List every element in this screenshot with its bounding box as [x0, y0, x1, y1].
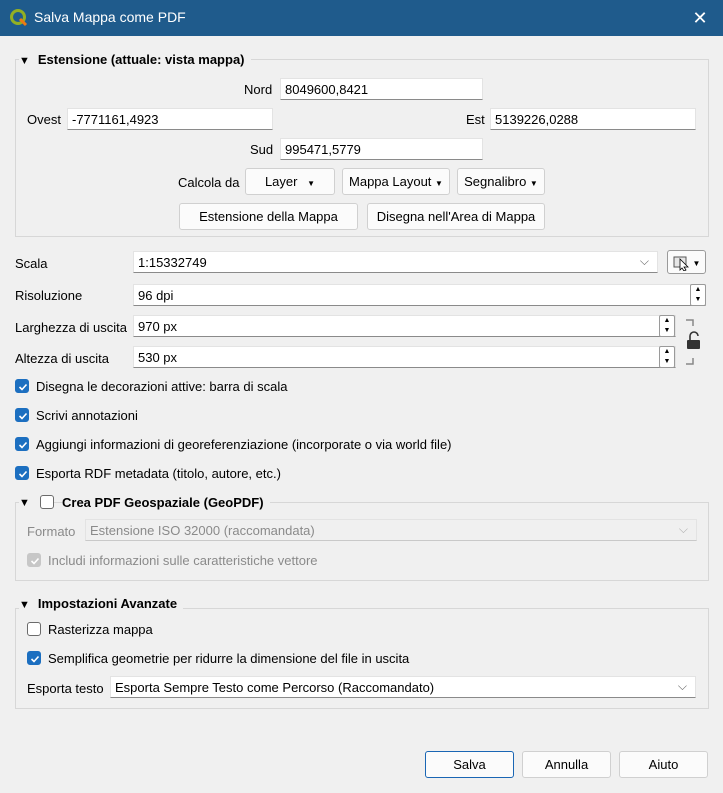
width-spinner[interactable]: ▲ ▼ — [659, 315, 675, 337]
chevron-down-icon: ⌵ — [677, 679, 687, 693]
chevron-down-icon: ⌵ — [639, 254, 649, 268]
layer-button-label: Layer — [264, 174, 298, 189]
scale-label: Scala — [15, 256, 48, 271]
south-label: Sud — [250, 142, 274, 157]
collapse-triangle-icon[interactable]: ▼ — [19, 497, 30, 509]
rdf-checkbox[interactable] — [15, 466, 29, 480]
lock-aspect-icon[interactable] — [684, 318, 704, 366]
east-label: Est — [466, 112, 485, 127]
geopdf-title: Crea PDF Geospaziale (GeoPDF) — [62, 495, 270, 510]
simplify-label: Semplifica geometrie per ridurre la dime… — [48, 651, 410, 666]
cancel-button[interactable]: Annulla — [522, 751, 611, 778]
south-input[interactable]: 995471,5779 — [280, 138, 483, 160]
height-label: Altezza di uscita — [15, 351, 109, 366]
spin-up-icon[interactable]: ▲ — [660, 347, 674, 357]
width-label: Larghezza di uscita — [15, 320, 128, 335]
geopdf-checkbox[interactable] — [40, 495, 54, 509]
decorations-label: Disegna le decorazioni attive: barra di … — [36, 379, 288, 394]
text-export-value: Esporta Sempre Testo come Percorso (Racc… — [115, 680, 435, 695]
spin-up-icon[interactable]: ▲ — [660, 316, 674, 326]
help-button[interactable]: Aiuto — [619, 751, 708, 778]
format-combo[interactable]: Estensione ISO 32000 (raccomandata) ⌵ — [85, 519, 697, 541]
west-input[interactable]: -7771161,4923 — [67, 108, 273, 130]
annotations-label: Scrivi annotazioni — [36, 408, 138, 423]
window-title: Salva Mappa come PDF — [34, 9, 186, 25]
dropdown-arrow-icon: ▼ — [435, 179, 443, 188]
close-icon[interactable]: ✕ — [692, 8, 707, 28]
collapse-triangle-icon[interactable]: ▼ — [19, 55, 30, 67]
close-button[interactable]: ✕ — [677, 0, 723, 36]
simplify-checkbox[interactable] — [27, 651, 41, 665]
spin-down-icon[interactable]: ▼ — [691, 295, 705, 305]
height-spinner[interactable]: ▲ ▼ — [659, 346, 675, 368]
bookmark-button-label: Segnalibro — [464, 174, 527, 189]
chevron-down-icon: ⌵ — [678, 522, 688, 536]
resolution-label: Risoluzione — [15, 288, 83, 303]
qgis-logo-icon — [10, 9, 28, 27]
format-label: Formato — [27, 524, 76, 539]
scale-combo[interactable]: 1:15332749 ⌵ — [133, 251, 658, 273]
geopdf-group — [15, 502, 709, 581]
map-cursor-icon — [673, 256, 689, 272]
spin-up-icon[interactable]: ▲ — [691, 285, 705, 295]
format-value: Estensione ISO 32000 (raccomandata) — [90, 523, 315, 538]
save-button[interactable]: Salva — [425, 751, 514, 778]
scale-value: 1:15332749 — [138, 255, 207, 270]
layer-dropdown-button[interactable]: Layer ▼ — [245, 168, 335, 195]
scale-picker-button[interactable]: ▼ — [667, 250, 706, 274]
decorations-checkbox[interactable] — [15, 379, 29, 393]
width-input[interactable]: 970 px — [133, 315, 676, 337]
spin-down-icon[interactable]: ▼ — [660, 326, 674, 336]
advanced-group-header[interactable]: ▼ Impostazioni Avanzate — [19, 596, 184, 611]
text-export-label: Esporta testo — [27, 681, 104, 696]
extent-title: Estensione (attuale: vista mappa) — [37, 52, 245, 67]
dropdown-arrow-icon: ▼ — [307, 179, 316, 188]
collapse-triangle-icon[interactable]: ▼ — [19, 599, 30, 611]
west-label: Ovest — [27, 112, 61, 127]
text-export-combo[interactable]: Esporta Sempre Testo come Percorso (Racc… — [110, 676, 696, 698]
dropdown-arrow-icon: ▼ — [692, 259, 701, 268]
bookmark-dropdown-button[interactable]: Segnalibro ▼ — [457, 168, 545, 195]
spin-down-icon[interactable]: ▼ — [660, 357, 674, 367]
rasterize-checkbox[interactable] — [27, 622, 41, 636]
georef-checkbox[interactable] — [15, 437, 29, 451]
north-label: Nord — [244, 82, 273, 97]
rasterize-label: Rasterizza mappa — [48, 622, 153, 637]
north-input[interactable]: 8049600,8421 — [280, 78, 483, 100]
layout-button-label: Mappa Layout — [349, 174, 432, 189]
draw-on-canvas-button[interactable]: Disegna nell'Area di Mappa — [367, 203, 545, 230]
resolution-input[interactable]: 96 dpi — [133, 284, 706, 306]
dropdown-arrow-icon: ▼ — [529, 179, 538, 188]
layout-dropdown-button[interactable]: Mappa Layout ▼ — [342, 168, 450, 195]
east-input[interactable]: 5139226,0288 — [490, 108, 696, 130]
height-input[interactable]: 530 px — [133, 346, 676, 368]
map-extent-button[interactable]: Estensione della Mappa — [179, 203, 358, 230]
calc-from-label: Calcola da — [178, 175, 240, 190]
annotations-checkbox[interactable] — [15, 408, 29, 422]
extent-group-header[interactable]: ▼ Estensione (attuale: vista mappa) — [19, 52, 251, 67]
advanced-title: Impostazioni Avanzate — [37, 596, 178, 611]
include-vector-label: Includi informazioni sulle caratteristic… — [48, 553, 318, 568]
rdf-label: Esporta RDF metadata (titolo, autore, et… — [36, 466, 281, 481]
resolution-spinner[interactable]: ▲ ▼ — [690, 284, 706, 306]
include-vector-checkbox[interactable] — [27, 553, 41, 567]
title-bar: Salva Mappa come PDF ✕ — [0, 0, 723, 36]
georef-label: Aggiungi informazioni di georeferenziazi… — [36, 437, 452, 452]
